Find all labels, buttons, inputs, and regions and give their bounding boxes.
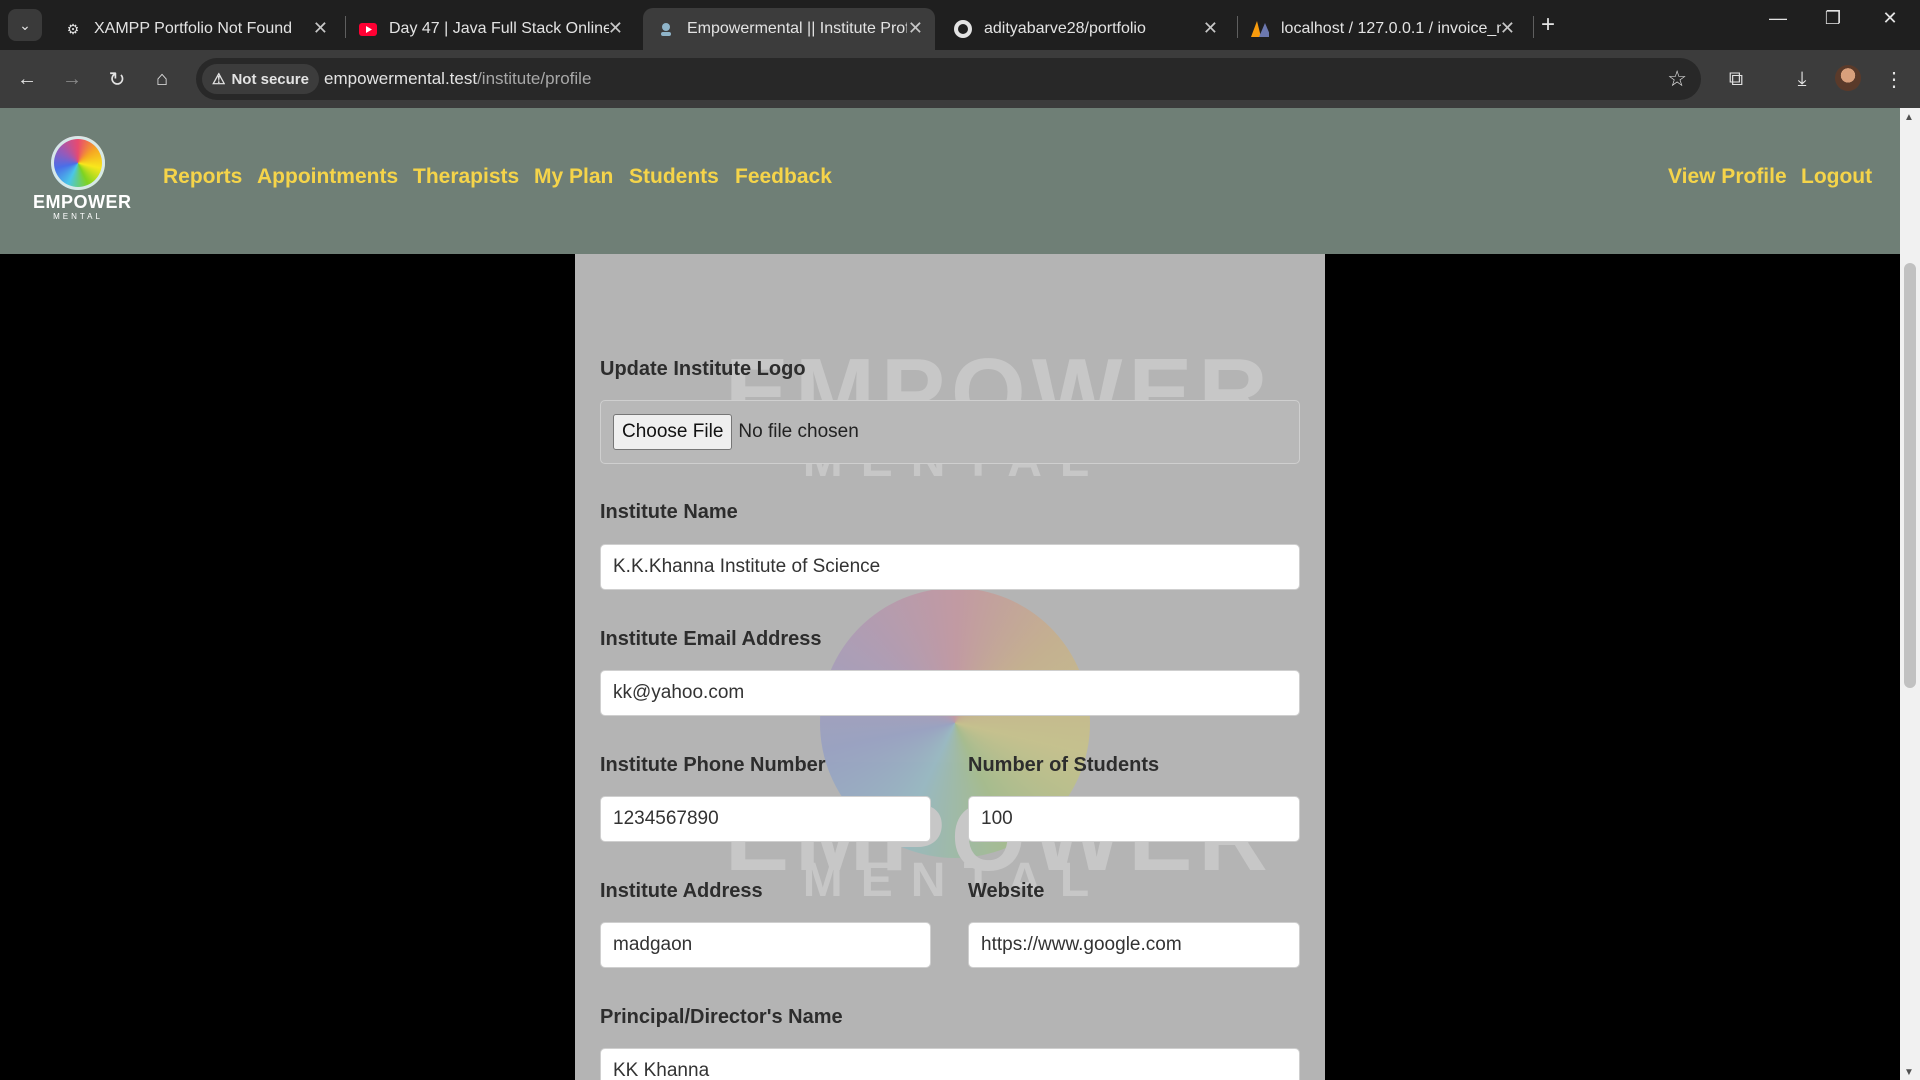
tab-empowermental[interactable]: Empowermental || Institute Prof ✕ [643,8,935,50]
logo-file-input[interactable]: Choose File No file chosen [600,400,1300,464]
tab-title: Day 47 | Java Full Stack Online T [389,20,609,37]
reload-icon[interactable]: ↻ [102,64,132,94]
institute-phone-input[interactable]: 1234567890 [600,796,931,842]
nav-students[interactable]: Students [629,165,719,189]
tab-youtube[interactable]: Day 47 | Java Full Stack Online T ✕ [345,8,635,50]
site-icon [657,20,675,38]
profile-avatar[interactable] [1835,65,1861,91]
institute-name-label: Institute Name [600,501,738,523]
watermark-sub-bottom: MENTAL [802,854,1108,907]
nav-therapists[interactable]: Therapists [413,165,519,189]
back-icon[interactable]: ← [12,64,42,94]
page-viewport: EMPOWER MENTAL EMPOWER MENTAL Update Ins… [0,108,1900,1080]
file-status: No file chosen [738,421,859,442]
flower-logo-icon [51,136,105,190]
security-chip[interactable]: ⚠ Not secure [202,64,319,94]
scroll-down-icon[interactable]: ▼ [1904,1067,1914,1078]
address-bar[interactable]: ⚠ Not secure empowermental.test/institut… [196,58,1701,100]
tab-search-icon[interactable]: ⌄ [8,9,42,41]
security-label: Not secure [231,70,309,88]
tab-xampp[interactable]: ⚙ XAMPP Portfolio Not Found ✕ [50,8,340,50]
empower-mental-logo[interactable]: EMPOWER MENTAL [33,136,132,226]
page-scrollbar[interactable]: ▲ ▼ [1900,108,1920,1080]
browser-toolbar: ← → ↻ ⌂ ⚠ Not secure empowermental.test/… [0,50,1920,108]
nav-appointments[interactable]: Appointments [257,165,398,189]
site-navbar: EMPOWER MENTAL Reports Appointments Ther… [0,108,1900,254]
tab-divider [1533,16,1534,38]
tab-title: Empowermental || Institute Prof [687,20,907,37]
github-icon [954,20,972,38]
tab-title: adityabarve28/portfolio [984,20,1146,37]
browser-tab-bar: ⌄ ⚙ XAMPP Portfolio Not Found ✕ Day 47 |… [0,0,1920,50]
institute-address-input[interactable]: madgaon [600,922,931,968]
download-icon[interactable]: ⤓ [1787,64,1817,94]
nav-my-plan[interactable]: My Plan [534,165,613,189]
url-text[interactable]: empowermental.test/institute/profile [324,69,591,89]
xampp-icon: ⚙ [66,20,80,37]
tab-title: XAMPP Portfolio Not Found [94,20,293,37]
logo-subtext: MENTAL [53,212,103,221]
scroll-up-icon[interactable]: ▲ [1904,112,1914,123]
scroll-thumb[interactable] [1904,263,1916,688]
institute-address-label: Institute Address [600,880,763,902]
home-icon[interactable]: ⌂ [147,64,177,94]
close-icon[interactable]: ✕ [1500,18,1515,39]
close-icon[interactable]: ✕ [908,18,923,39]
choose-file-button[interactable]: Choose File [613,414,733,450]
url-path: /institute/profile [477,69,592,88]
nav-view-profile[interactable]: View Profile [1668,165,1787,189]
institute-email-label: Institute Email Address [600,628,822,650]
tab-title: localhost / 127.0.0.1 / invoice_m [1281,20,1501,37]
extensions-icon[interactable]: ⧉ [1721,64,1751,94]
forward-icon[interactable]: → [57,64,87,94]
tab-github[interactable]: adityabarve28/portfolio ✕ [940,8,1230,50]
institute-email-input[interactable]: kk@yahoo.com [600,670,1300,716]
close-icon[interactable]: ✕ [313,18,328,39]
tab-phpmyadmin[interactable]: localhost / 127.0.0.1 / invoice_m ✕ [1237,8,1527,50]
warning-icon: ⚠ [212,71,226,88]
principal-input[interactable]: KK Khanna [600,1048,1300,1080]
students-label: Number of Students [968,754,1160,776]
nav-feedback[interactable]: Feedback [735,165,832,189]
website-label: Website [968,880,1045,902]
new-tab-icon[interactable]: + [1541,11,1555,39]
phpmyadmin-icon [1251,20,1269,38]
minimize-icon[interactable]: — [1758,8,1798,29]
nav-logout[interactable]: Logout [1801,165,1872,189]
principal-label: Principal/Director's Name [600,1006,843,1028]
close-icon[interactable]: ✕ [1203,18,1218,39]
youtube-icon [359,20,377,38]
close-icon[interactable]: ✕ [608,18,623,39]
institute-phone-label: Institute Phone Number [600,754,826,776]
menu-kebab-icon[interactable]: ⋮ [1879,64,1909,94]
students-input[interactable]: 100 [968,796,1300,842]
bookmark-star-icon[interactable]: ☆ [1667,66,1687,92]
institute-name-input[interactable]: K.K.Khanna Institute of Science [600,544,1300,590]
logo-text: EMPOWER [33,192,132,212]
nav-reports[interactable]: Reports [163,165,242,189]
logo-label: Update Institute Logo [600,358,806,380]
restore-icon[interactable]: ❐ [1813,8,1853,29]
url-host: empowermental.test [324,69,478,88]
website-input[interactable]: https://www.google.com [968,922,1300,968]
window-close-icon[interactable]: ✕ [1870,8,1910,29]
